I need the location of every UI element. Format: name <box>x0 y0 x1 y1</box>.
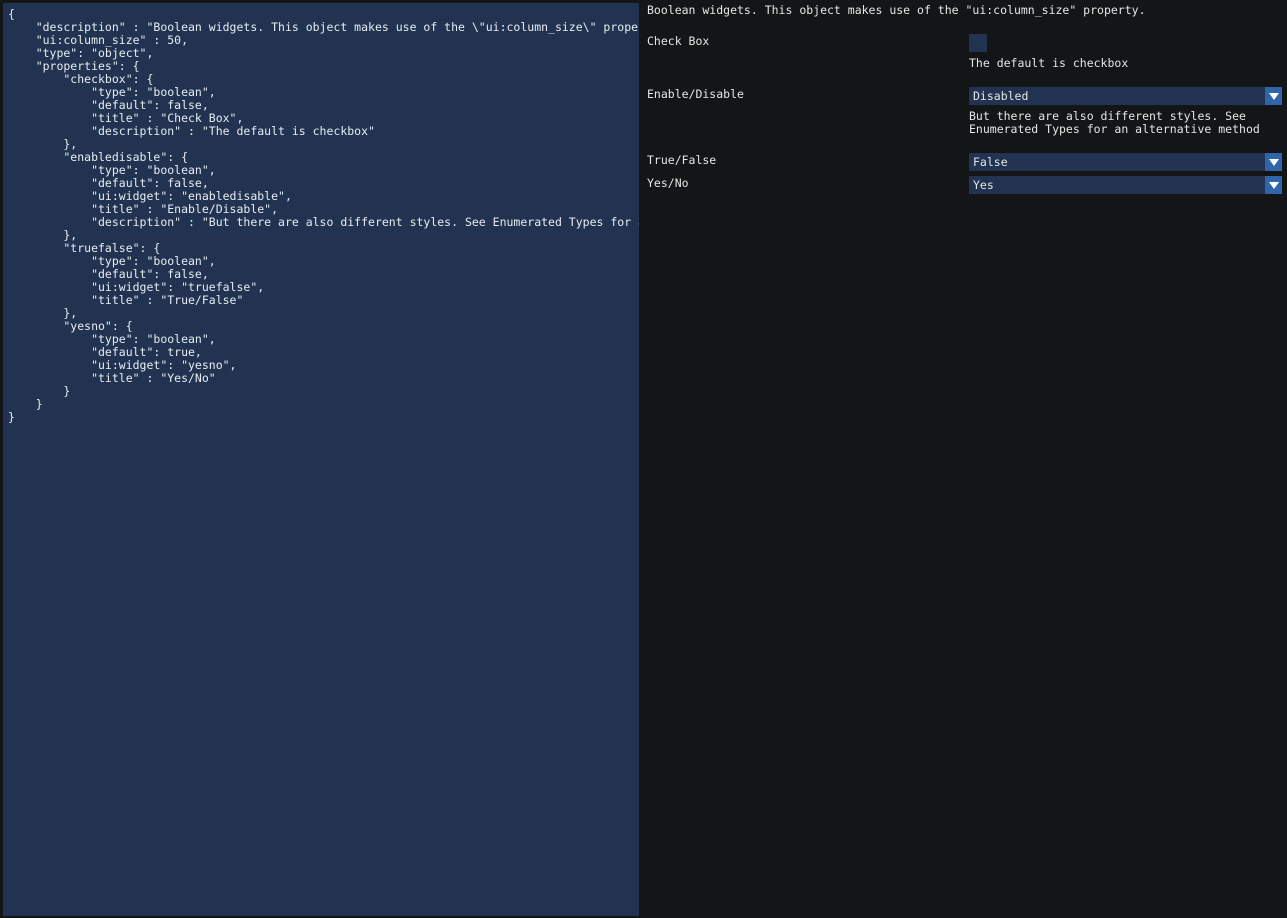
checkbox-label: Check Box <box>647 34 710 48</box>
enabledisable-value: Disabled <box>973 89 1029 103</box>
truefalse-label: True/False <box>647 153 717 167</box>
yesno-label: Yes/No <box>647 176 689 190</box>
form-description: Boolean widgets. This object makes use o… <box>647 3 1146 17</box>
yesno-value: Yes <box>973 178 994 192</box>
enabledisable-select[interactable]: Disabled <box>969 87 1282 105</box>
json-editor[interactable]: { "description" : "Boolean widgets. This… <box>3 3 639 916</box>
yesno-select[interactable]: Yes <box>969 176 1282 194</box>
json-editor-content[interactable]: { "description" : "Boolean widgets. This… <box>8 8 639 424</box>
chevron-down-icon[interactable] <box>1265 153 1282 171</box>
chevron-down-icon[interactable] <box>1265 87 1282 105</box>
checkbox-help: The default is checkbox <box>969 56 1129 70</box>
truefalse-select[interactable]: False <box>969 153 1282 171</box>
form-preview: Boolean widgets. This object makes use o… <box>647 0 1287 918</box>
check-box-input[interactable] <box>969 34 987 52</box>
enabledisable-label: Enable/Disable <box>647 87 744 101</box>
enabledisable-help: But there are also different styles. See… <box>969 109 1260 136</box>
truefalse-value: False <box>973 155 1008 169</box>
chevron-down-icon[interactable] <box>1265 176 1282 194</box>
